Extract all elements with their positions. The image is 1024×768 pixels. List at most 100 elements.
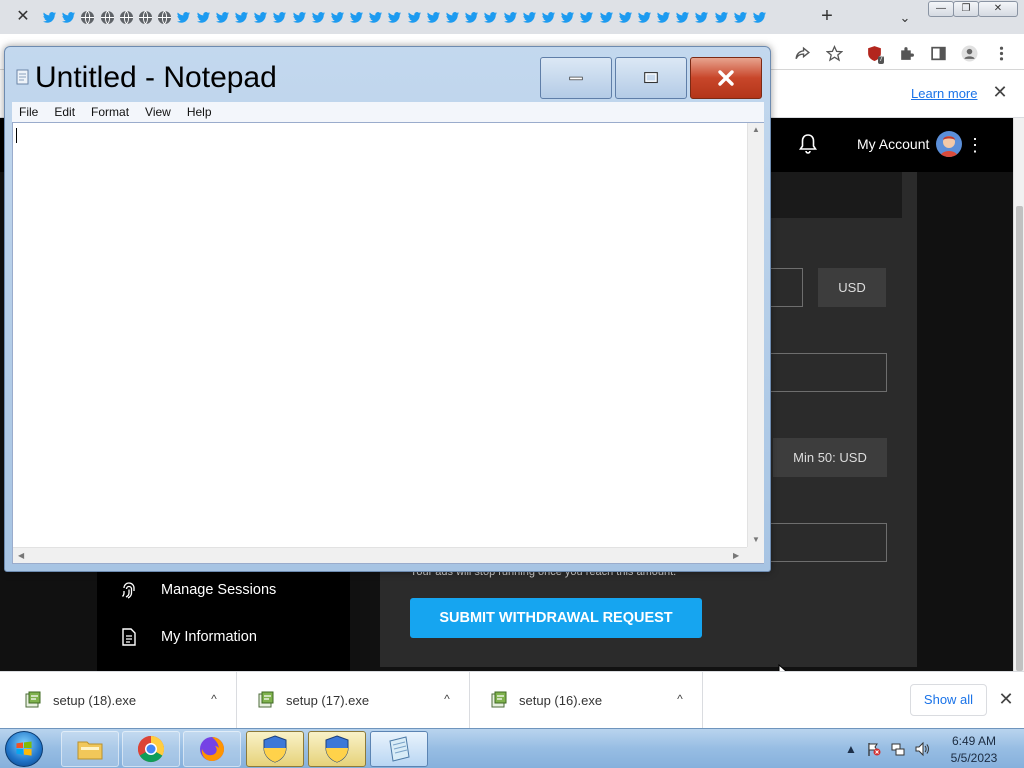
notepad-vertical-scrollbar[interactable]: ▲ ▼ (747, 123, 764, 547)
browser-maximize-button[interactable]: ❐ (953, 1, 979, 17)
globe-favicon-icon[interactable] (136, 8, 155, 26)
page-scrollbar-thumb[interactable] (1016, 206, 1023, 671)
twitter-favicon-icon[interactable] (59, 8, 78, 26)
twitter-favicon-icon[interactable] (232, 8, 251, 26)
taskbar-notepad[interactable] (370, 731, 428, 767)
twitter-favicon-icon[interactable] (289, 8, 308, 26)
shield-extension-icon[interactable]: 7 (863, 42, 885, 64)
globe-favicon-icon[interactable] (98, 8, 117, 26)
twitter-favicon-icon[interactable] (692, 8, 711, 26)
page-scrollbar[interactable] (1013, 118, 1024, 671)
taskbar-uac-shield-2[interactable] (308, 731, 366, 767)
notification-bell-icon[interactable] (796, 132, 820, 156)
twitter-favicon-icon[interactable] (328, 8, 347, 26)
scroll-left-arrow-icon[interactable]: ◀ (18, 551, 24, 560)
share-icon[interactable] (791, 42, 813, 64)
notepad-maximize-button[interactable] (615, 57, 687, 99)
twitter-favicon-icon[interactable] (309, 8, 328, 26)
globe-favicon-icon[interactable] (155, 8, 174, 26)
menu-format[interactable]: Format (84, 105, 136, 119)
infobar-close-button[interactable]: ✕ (990, 82, 1010, 102)
tab-search-button[interactable]: ⌄ (894, 7, 916, 29)
notepad-minimize-button[interactable] (540, 57, 612, 99)
twitter-favicon-icon[interactable] (366, 8, 385, 26)
twitter-favicon-icon[interactable] (731, 8, 750, 26)
extensions-puzzle-icon[interactable] (895, 42, 917, 64)
twitter-favicon-icon[interactable] (40, 8, 59, 26)
taskbar-chrome[interactable] (122, 731, 180, 767)
chevron-up-icon[interactable]: ^ (439, 690, 455, 708)
browser-minimize-button[interactable]: — (928, 1, 954, 17)
twitter-favicon-icon[interactable] (424, 8, 443, 26)
twitter-favicon-icon[interactable] (558, 8, 577, 26)
chevron-up-icon[interactable]: ^ (206, 690, 222, 708)
twitter-favicon-icon[interactable] (405, 8, 424, 26)
twitter-favicon-icon[interactable] (481, 8, 500, 26)
twitter-favicon-icon[interactable] (635, 8, 654, 26)
notepad-horizontal-scrollbar[interactable]: ◀ ▶ (13, 547, 747, 563)
download-item[interactable]: setup (18).exe ^ (4, 672, 237, 729)
learn-more-link[interactable]: Learn more (911, 86, 977, 101)
twitter-favicon-icon[interactable] (673, 8, 692, 26)
twitter-favicon-icon[interactable] (539, 8, 558, 26)
scroll-right-arrow-icon[interactable]: ▶ (733, 551, 739, 560)
twitter-favicon-icon[interactable] (520, 8, 539, 26)
download-item[interactable]: setup (16).exe ^ (470, 672, 703, 729)
tab-close-button[interactable]: ✕ (12, 6, 34, 28)
menu-file[interactable]: File (12, 105, 45, 119)
taskbar-uac-shield-1[interactable] (246, 731, 304, 767)
resize-grip-icon[interactable] (747, 547, 764, 563)
browser-close-button[interactable]: ✕ (978, 1, 1018, 17)
twitter-favicon-icon[interactable] (750, 8, 769, 26)
menu-edit[interactable]: Edit (47, 105, 82, 119)
globe-favicon-icon[interactable] (78, 8, 97, 26)
clock-time[interactable]: 6:49 AM (945, 734, 1003, 748)
globe-favicon-icon[interactable] (117, 8, 136, 26)
twitter-favicon-icon[interactable] (616, 8, 635, 26)
twitter-favicon-icon[interactable] (443, 8, 462, 26)
volume-icon[interactable] (914, 741, 930, 757)
menu-help[interactable]: Help (180, 105, 219, 119)
sidebar-item-my-information[interactable]: My Information (119, 625, 257, 649)
action-center-flag-icon[interactable] (866, 741, 882, 757)
download-item[interactable]: setup (17).exe ^ (237, 672, 470, 729)
show-hidden-icons-button[interactable]: ▲ (843, 741, 859, 757)
notepad-window[interactable]: Untitled - Notepad File Edit Format View… (4, 46, 771, 572)
twitter-favicon-icon[interactable] (654, 8, 673, 26)
twitter-favicon-icon[interactable] (385, 8, 404, 26)
my-account-link[interactable]: My Account (857, 136, 929, 152)
show-all-downloads-button[interactable]: Show all (910, 684, 987, 716)
menu-view[interactable]: View (138, 105, 178, 119)
taskbar-firefox[interactable] (183, 731, 241, 767)
scroll-down-arrow-icon[interactable]: ▼ (752, 535, 760, 544)
twitter-favicon-icon[interactable] (347, 8, 366, 26)
submit-withdrawal-button[interactable]: SUBMIT WITHDRAWAL REQUEST (410, 598, 702, 638)
twitter-favicon-icon[interactable] (501, 8, 520, 26)
twitter-favicon-icon[interactable] (213, 8, 232, 26)
twitter-favicon-icon[interactable] (577, 8, 596, 26)
scroll-up-arrow-icon[interactable]: ▲ (752, 125, 760, 134)
twitter-favicon-icon[interactable] (712, 8, 731, 26)
taskbar-explorer[interactable] (61, 731, 119, 767)
profile-icon[interactable] (958, 42, 980, 64)
twitter-favicon-icon[interactable] (462, 8, 481, 26)
bookmark-star-icon[interactable] (823, 42, 845, 64)
browser-menu-icon[interactable] (990, 42, 1012, 64)
twitter-favicon-icon[interactable] (174, 8, 193, 26)
new-tab-button[interactable]: + (816, 6, 838, 28)
network-icon[interactable] (890, 741, 906, 757)
kebab-menu-icon[interactable]: ⋮ (966, 134, 984, 156)
sidebar-item-manage-sessions[interactable]: Manage Sessions (119, 578, 276, 602)
notepad-text-area[interactable]: ▲ ▼ ◀ ▶ (12, 122, 764, 564)
twitter-favicon-icon[interactable] (194, 8, 213, 26)
side-panel-icon[interactable] (927, 42, 949, 64)
downloads-bar-close-button[interactable]: ✕ (996, 689, 1016, 709)
chevron-up-icon[interactable]: ^ (672, 690, 688, 708)
clock-date[interactable]: 5/5/2023 (945, 751, 1003, 765)
avatar[interactable] (936, 131, 962, 157)
twitter-favicon-icon[interactable] (251, 8, 270, 26)
twitter-favicon-icon[interactable] (596, 8, 615, 26)
start-button[interactable] (5, 731, 43, 767)
notepad-close-button[interactable] (690, 57, 762, 99)
twitter-favicon-icon[interactable] (270, 8, 289, 26)
